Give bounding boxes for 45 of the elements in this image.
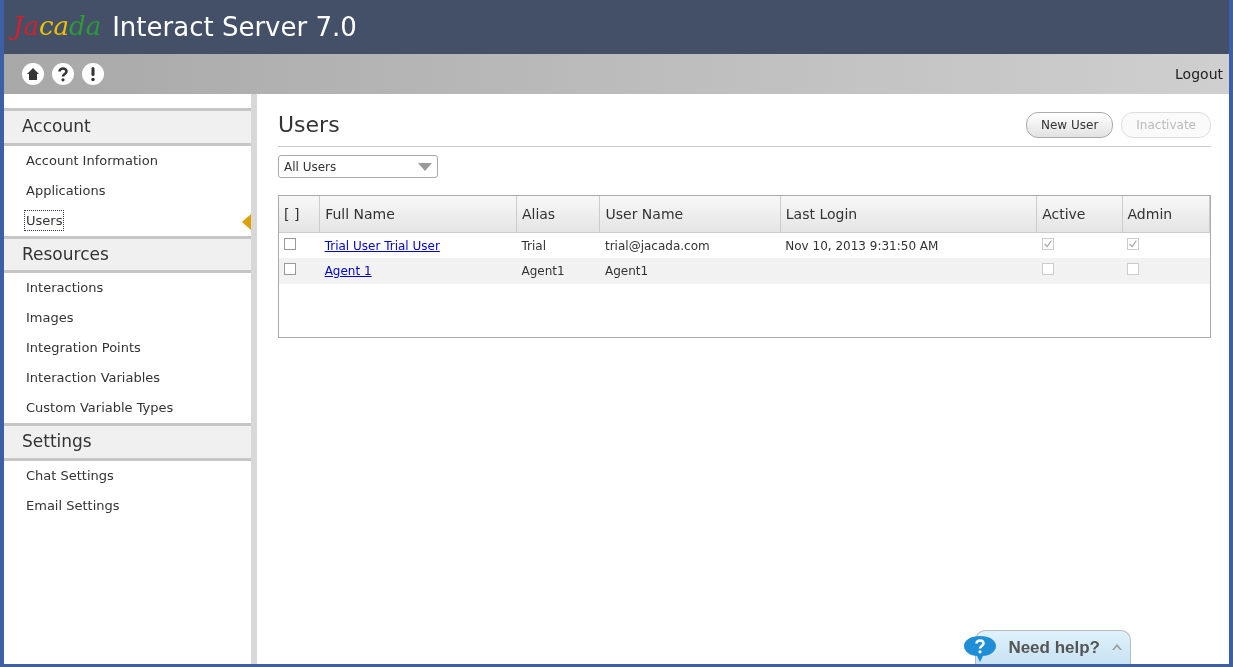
table-row[interactable]: Trial User Trial User Trial trial@jacada.com Nov 10, 2013 9:31:50 AM	[279, 232, 1210, 259]
column-header: [ ]	[279, 196, 320, 233]
table-cell: trial@jacada.com	[605, 238, 710, 253]
sidebar-item[interactable]: Integration Points	[24, 337, 143, 359]
sidebar-heading: Account	[4, 108, 251, 146]
table-row[interactable]: Agent 1 Agent1 Agent1	[279, 258, 1210, 285]
sidebar-heading: Settings	[4, 423, 251, 461]
logo: Jacada	[10, 10, 107, 44]
checkbox[interactable]	[284, 263, 296, 276]
pointer-icon	[242, 213, 251, 230]
app-title: Interact Server 7.0	[112, 10, 357, 44]
checkbox[interactable]	[284, 237, 296, 250]
table-cell: Agent1	[521, 264, 565, 279]
alert-icon[interactable]	[82, 63, 104, 85]
sidebar-item[interactable]: Interactions	[24, 277, 106, 299]
sidebar-item[interactable]: Applications	[24, 179, 108, 202]
column-header: Full Name	[319, 196, 517, 233]
home-icon[interactable]	[22, 63, 44, 85]
caret-icon	[418, 162, 432, 171]
help-label: Need help?	[1008, 636, 1100, 659]
sidebar-item[interactable]: Email Settings	[24, 494, 122, 517]
sidebar-item[interactable]: Images	[24, 307, 76, 329]
column-header: Alias	[516, 196, 600, 233]
user-link[interactable]: Trial User Trial User	[324, 238, 440, 253]
sidebar-item[interactable]: Account Information	[24, 149, 160, 172]
sidebar-item[interactable]: Interaction Variables	[24, 367, 163, 389]
new-user-button[interactable]: New User	[1025, 112, 1114, 139]
sidebar-item[interactable]: Custom Variable Types	[24, 397, 176, 419]
filter-dropdown[interactable]: All Users	[278, 155, 438, 179]
column-header: User Name	[600, 196, 781, 233]
table-cell: Nov 10, 2013 9:31:50 AM	[785, 238, 939, 253]
column-header: Active	[1036, 196, 1123, 233]
sidebar-item[interactable]: Users	[24, 209, 65, 232]
table-cell: Trial	[521, 238, 546, 253]
user-link[interactable]: Agent 1	[324, 264, 372, 279]
logout-link[interactable]: Logout	[1175, 63, 1223, 85]
sidebar-heading: Resources	[4, 235, 251, 273]
sidebar-item[interactable]: Chat Settings	[24, 464, 116, 487]
table-cell: Agent1	[605, 264, 649, 279]
chevron-up-icon	[1112, 644, 1122, 651]
help-icon[interactable]	[52, 63, 74, 85]
help-tab[interactable]: Need help?	[975, 629, 1131, 664]
column-header: Admin	[1122, 196, 1210, 233]
column-header: Last Login	[780, 196, 1037, 233]
page-title: Users	[278, 112, 340, 139]
